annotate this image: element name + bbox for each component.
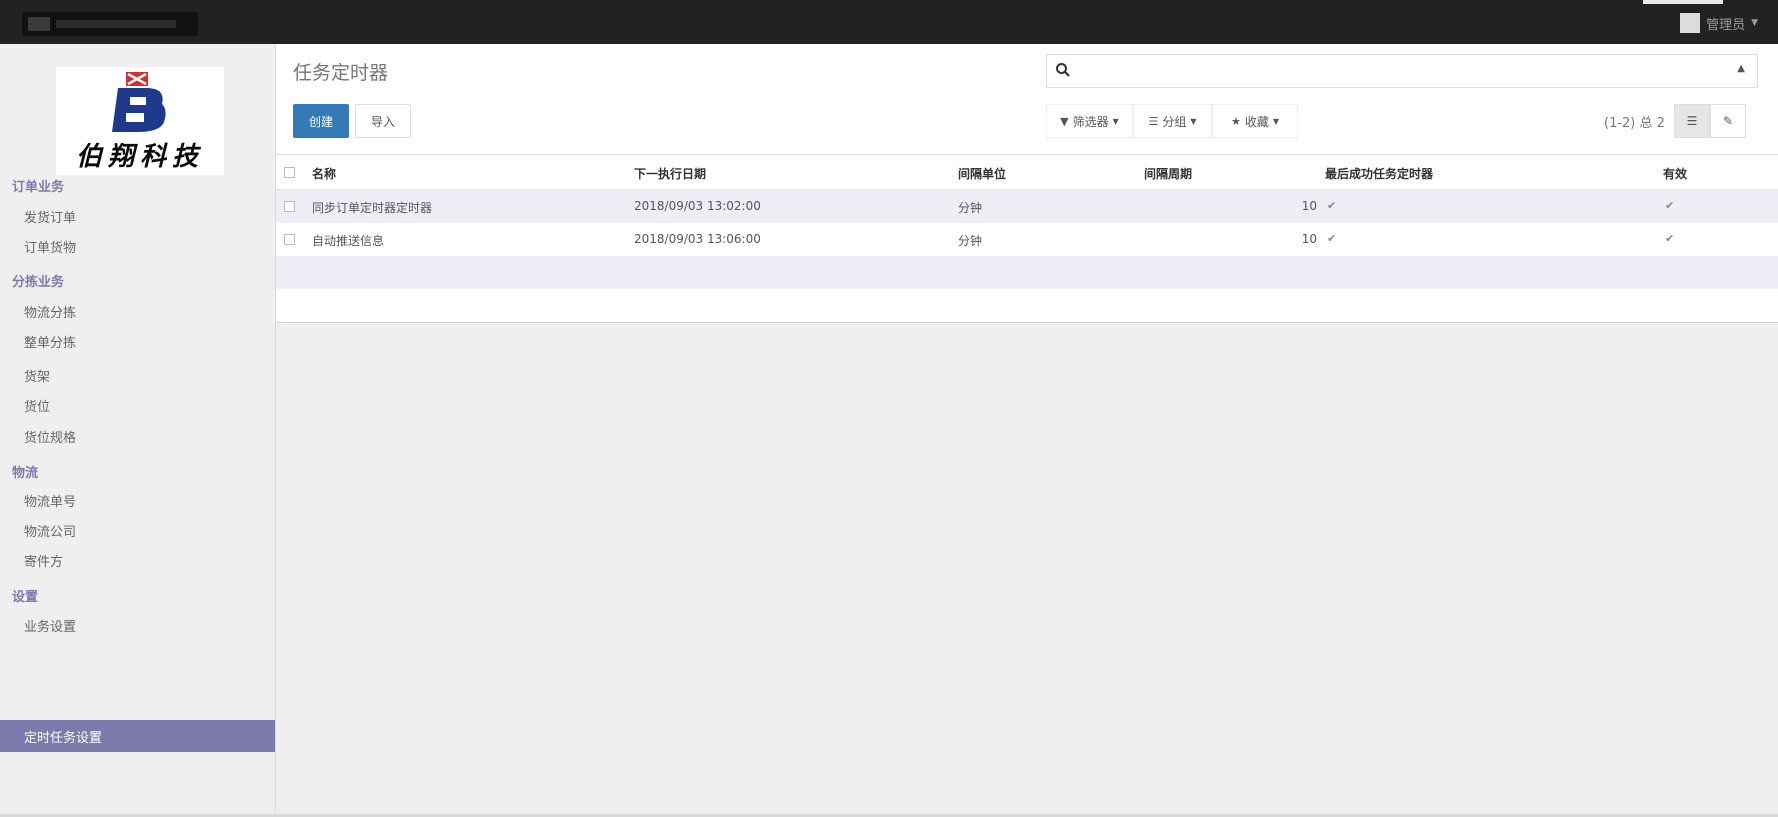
filters-label: 筛选器 — [1072, 114, 1109, 129]
last-success-checkbox-icon: ✔ — [1327, 199, 1337, 212]
sidebar-item-order-goods[interactable]: 订单货物 — [24, 237, 76, 256]
column-header-interval-unit[interactable]: 间隔单位 — [958, 165, 1006, 182]
row-checkbox[interactable] — [284, 234, 295, 245]
table-row[interactable]: 同步订单定时器定时器 2018/09/03 13:02:00 分钟 10 ✔ ✔ — [276, 190, 1778, 223]
group-by-dropdown[interactable]: ☰ 分组 ▼ — [1133, 104, 1212, 138]
pager-value[interactable]: (1-2) 总 2 — [1604, 112, 1665, 131]
app-brand[interactable] — [22, 12, 198, 36]
last-success-checkbox-icon: ✔ — [1327, 232, 1337, 245]
chevron-down-icon: ▼ — [1190, 116, 1197, 126]
import-button[interactable]: 导入 — [355, 104, 411, 138]
search-bar: ▲ — [1046, 54, 1758, 88]
cell-interval-unit: 分钟 — [958, 201, 983, 215]
user-menu[interactable]: 管理员 ▼ — [1680, 13, 1758, 33]
column-header-next-date[interactable]: 下一执行日期 — [634, 165, 706, 182]
sidebar-group-settings: 设置 — [12, 590, 39, 605]
sidebar-item-business-settings[interactable]: 业务设置 — [24, 616, 76, 635]
search-icon — [1056, 63, 1070, 77]
sidebar-item-scheduled-task-settings[interactable]: 定时任务设置 — [0, 720, 275, 752]
sidebar-item-tracking-numbers[interactable]: 物流单号 — [24, 491, 76, 510]
cell-next-date: 2018/09/03 13:02:00 — [634, 199, 761, 213]
favorites-label: 收藏 — [1244, 114, 1269, 129]
sidebar-item-slot-specs[interactable]: 货位规格 — [24, 427, 76, 446]
user-name: 管理员 — [1706, 17, 1746, 33]
cell-name: 自动推送信息 — [312, 234, 385, 248]
chevron-down-icon: ▼ — [1112, 116, 1119, 126]
cell-name: 同步订单定时器定时器 — [312, 201, 433, 215]
cell-interval-unit: 分钟 — [958, 234, 983, 248]
sidebar: 伯翔科技 订单业务 发货订单 订单货物 分拣业务 物流分拣 整单分拣 货架 货位… — [0, 44, 276, 814]
edit-icon: ✎ — [1722, 114, 1734, 128]
favorites-dropdown[interactable]: ★ 收藏 ▼ — [1212, 104, 1298, 138]
company-logo: 伯翔科技 — [56, 67, 224, 175]
column-header-interval-period[interactable]: 间隔周期 — [1144, 165, 1192, 182]
list-view-icon: ☰ — [1686, 114, 1698, 128]
sidebar-item-whole-order-sorting[interactable]: 整单分拣 — [24, 332, 76, 351]
sidebar-group-sorting: 分拣业务 — [12, 275, 65, 290]
page-title: 任务定时器 — [293, 62, 389, 84]
column-header-active[interactable]: 有效 — [1663, 165, 1687, 182]
cell-interval-period: 10 — [1301, 199, 1317, 213]
company-logo-icon — [112, 72, 166, 132]
sidebar-item-label: 定时任务设置 — [24, 731, 103, 746]
sidebar-item-shelves[interactable]: 货架 — [24, 366, 50, 385]
chevron-down-icon: ▼ — [1751, 18, 1758, 28]
create-button[interactable]: 创建 — [293, 104, 349, 138]
select-all-checkbox[interactable] — [284, 167, 295, 178]
active-checkbox-icon: ✔ — [1665, 232, 1675, 245]
brand-logo-icon — [28, 17, 50, 31]
cell-next-date: 2018/09/03 13:06:00 — [634, 232, 761, 246]
table-row[interactable]: 自动推送信息 2018/09/03 13:06:00 分钟 10 ✔ ✔ — [276, 223, 1778, 256]
group-by-icon: ☰ — [1148, 114, 1159, 128]
main-content: 任务定时器 创建 导入 ▲ ▼ 筛选器 ▼ ☰ 分组 ▼ ★ 收藏 ▼ (1-2… — [276, 44, 1778, 814]
chevron-down-icon: ▼ — [1272, 116, 1280, 126]
group-by-label: 分组 — [1162, 114, 1187, 129]
sidebar-group-logistics: 物流 — [12, 466, 39, 481]
search-options-toggle-icon[interactable]: ▲ — [1737, 63, 1745, 74]
sidebar-group-orders: 订单业务 — [12, 180, 65, 195]
sidebar-item-slots[interactable]: 货位 — [24, 396, 50, 415]
filter-icon: ▼ — [1060, 114, 1069, 128]
topbar-highlight — [1643, 0, 1723, 4]
empty-table-row — [276, 289, 1778, 323]
column-header-name[interactable]: 名称 — [312, 165, 336, 182]
empty-table-row — [276, 256, 1778, 289]
row-checkbox[interactable] — [284, 201, 295, 212]
filters-dropdown[interactable]: ▼ 筛选器 ▼ — [1046, 104, 1133, 138]
avatar — [1680, 13, 1701, 33]
list-view-button[interactable]: ☰ — [1674, 104, 1710, 138]
sidebar-item-logistics-companies[interactable]: 物流公司 — [24, 521, 76, 540]
active-checkbox-icon: ✔ — [1665, 199, 1675, 212]
cell-interval-period: 10 — [1301, 232, 1317, 246]
sidebar-item-logistics-sorting[interactable]: 物流分拣 — [24, 302, 76, 321]
search-input[interactable] — [1081, 59, 1715, 85]
form-view-button[interactable]: ✎ — [1710, 104, 1746, 138]
company-logo-text: 伯翔科技 — [75, 142, 204, 172]
column-header-last-success[interactable]: 最后成功任务定时器 — [1325, 165, 1433, 182]
sidebar-item-senders[interactable]: 寄件方 — [24, 551, 63, 570]
sidebar-item-shipping-orders[interactable]: 发货订单 — [24, 207, 76, 226]
control-panel: 任务定时器 创建 导入 ▲ ▼ 筛选器 ▼ ☰ 分组 ▼ ★ 收藏 ▼ (1-2… — [276, 44, 1778, 154]
table-header-row: 名称 下一执行日期 间隔单位 间隔周期 最后成功任务定时器 有效 — [276, 154, 1778, 190]
brand-name-placeholder — [56, 20, 176, 28]
star-icon: ★ — [1230, 114, 1241, 128]
top-navbar: 管理员 ▼ — [0, 0, 1778, 44]
